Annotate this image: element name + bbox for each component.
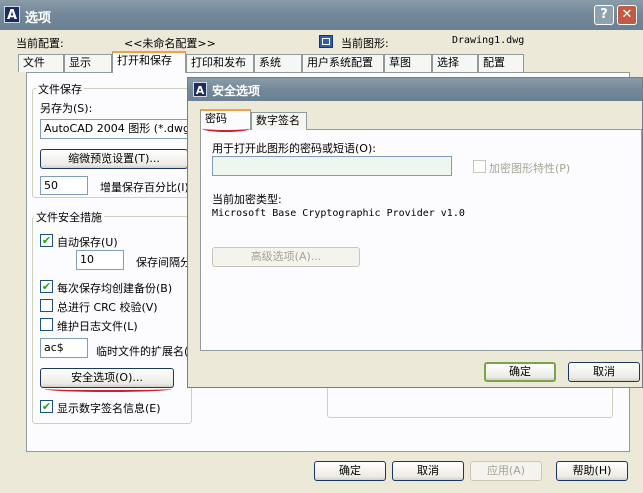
- red-annotation-stroke: [202, 125, 250, 132]
- log-file-label: 维护日志文件(L): [57, 320, 138, 333]
- save-as-label: 另存为(S):: [40, 102, 93, 115]
- incremental-save-label: 增量保存百分比(I): [100, 181, 189, 194]
- tab-files[interactable]: 文件: [18, 54, 64, 72]
- current-profile-label: 当前配置:: [16, 37, 64, 50]
- encryption-type-value: Microsoft Base Cryptographic Provider v1…: [212, 208, 465, 219]
- help-icon[interactable]: ?: [594, 5, 614, 25]
- security-options-dialog: A 安全选项 数字签名 密码 用于打开此图形的密码或短语(O): 加密图形特性(…: [187, 77, 643, 388]
- dialog-title-bar[interactable]: A 安全选项: [188, 78, 642, 101]
- backup-label: 每次保存均创建备份(B): [57, 282, 173, 295]
- tab-selection[interactable]: 选择: [432, 54, 478, 72]
- tab-plot-publish[interactable]: 打印和发布: [186, 54, 254, 72]
- tab-digital-signature[interactable]: 数字签名: [251, 112, 307, 130]
- dialog-ok-button[interactable]: 确定: [484, 362, 556, 382]
- encryption-type-label: 当前加密类型:: [212, 193, 282, 206]
- temp-ext-input[interactable]: ac$: [40, 338, 88, 358]
- tab-open-save[interactable]: 打开和保存: [112, 51, 186, 73]
- crc-checkbox[interactable]: [40, 299, 53, 312]
- autosave-interval-input[interactable]: 10: [76, 250, 124, 270]
- autocad-app-icon: A: [193, 82, 207, 97]
- advanced-options-button[interactable]: 高级选项(A)...: [212, 247, 360, 267]
- close-icon[interactable]: ✕: [617, 5, 637, 25]
- file-safety-group-title: 文件安全措施: [34, 209, 104, 225]
- password-input[interactable]: [212, 156, 452, 176]
- password-prompt-label: 用于打开此图形的密码或短语(O):: [212, 142, 376, 155]
- tab-drafting[interactable]: 草图: [384, 54, 432, 72]
- autosave-label: 自动保存(U): [57, 236, 118, 249]
- apply-button[interactable]: 应用(A): [470, 461, 542, 481]
- current-drawing-label: 当前图形:: [341, 37, 389, 50]
- digital-signature-checkbox[interactable]: ✔: [40, 400, 53, 413]
- help-button[interactable]: 帮助(H): [556, 461, 628, 481]
- temp-ext-label: 临时文件的扩展名(P): [96, 345, 200, 358]
- tab-profiles[interactable]: 配置: [478, 54, 524, 72]
- encrypt-properties-checkbox[interactable]: [473, 160, 486, 173]
- current-drawing-value: Drawing1.dwg: [452, 35, 525, 46]
- log-file-checkbox[interactable]: [40, 318, 53, 331]
- tab-system[interactable]: 系统: [254, 54, 302, 72]
- incremental-save-input[interactable]: 50: [40, 176, 88, 195]
- title-bar[interactable]: A 选项 ? ✕: [0, 0, 643, 30]
- current-profile-value: <<未命名配置>>: [124, 37, 216, 50]
- drawing-icon: [319, 35, 333, 48]
- autosave-checkbox[interactable]: ✔: [40, 234, 53, 247]
- file-save-group-title: 文件保存: [36, 81, 84, 97]
- thumbnail-settings-button[interactable]: 缩微预览设置(T)...: [40, 149, 188, 169]
- red-annotation-stroke: [44, 386, 172, 392]
- crc-label: 总进行 CRC 校验(V): [57, 301, 158, 314]
- cancel-button[interactable]: 取消: [392, 461, 464, 481]
- autocad-app-icon: A: [4, 6, 20, 23]
- save-as-dropdown[interactable]: AutoCAD 2004 图形 (*.dwg): [40, 119, 190, 139]
- window-title: 选项: [25, 11, 52, 26]
- tab-user-preferences[interactable]: 用户系统配置: [302, 54, 384, 72]
- digital-signature-label: 显示数字签名信息(E): [57, 402, 161, 415]
- dialog-title: 安全选项: [212, 84, 261, 98]
- dialog-cancel-button[interactable]: 取消: [568, 362, 640, 382]
- tab-display[interactable]: 显示: [64, 54, 112, 72]
- encrypt-properties-label: 加密图形特性(P): [489, 162, 571, 175]
- security-options-button[interactable]: 安全选项(O)...: [40, 368, 174, 388]
- ok-button[interactable]: 确定: [314, 461, 386, 481]
- backup-checkbox[interactable]: ✔: [40, 280, 53, 293]
